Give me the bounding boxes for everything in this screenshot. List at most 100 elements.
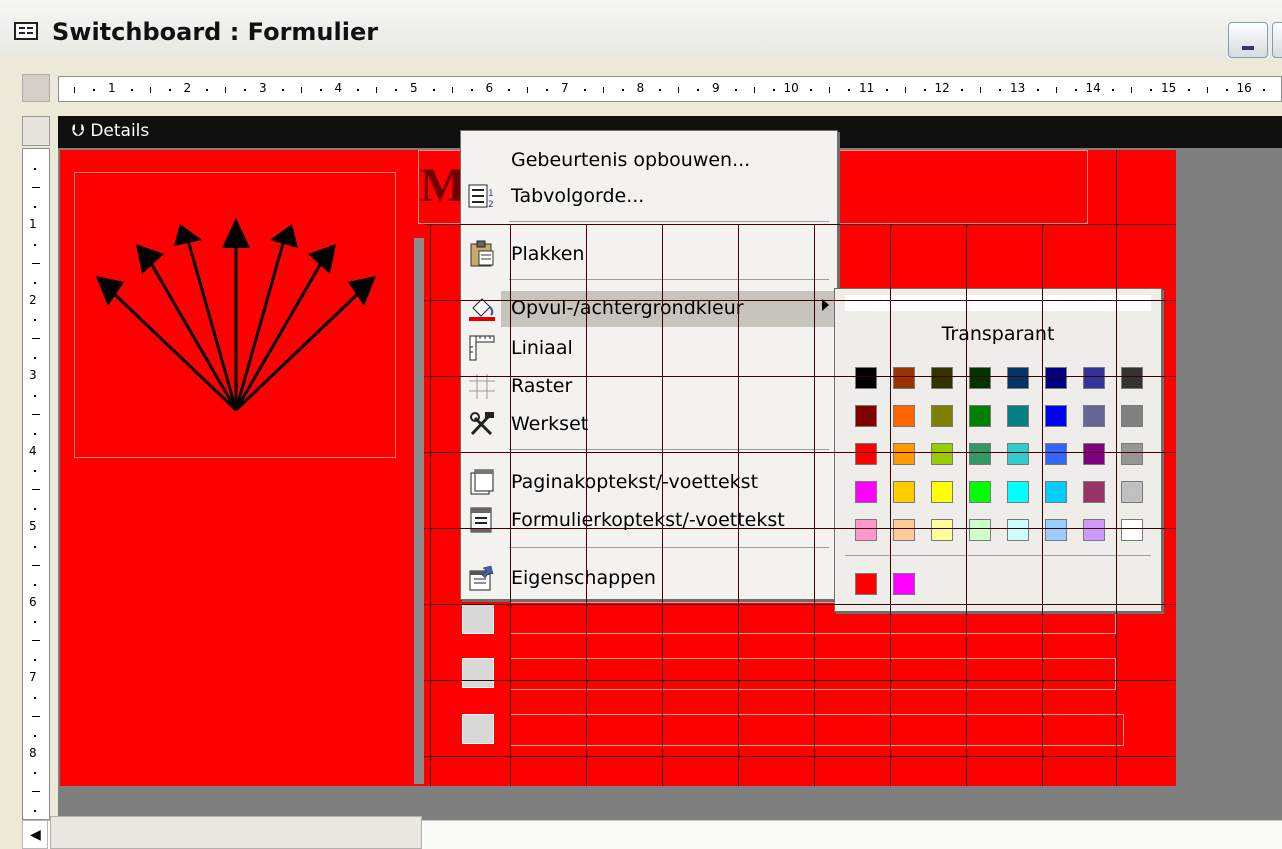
switchboard-option-label[interactable] <box>510 714 1124 746</box>
color-swatch[interactable] <box>1007 481 1029 503</box>
grid-line <box>1116 150 1117 786</box>
menu-item-paste[interactable]: Plakken <box>461 237 837 271</box>
scroll-left-icon: ◀ <box>30 827 41 843</box>
color-swatch[interactable] <box>969 443 991 465</box>
menu-item-page-header[interactable]: Paginakoptekst/-voettekst <box>461 465 837 499</box>
color-swatch[interactable] <box>855 519 877 541</box>
color-swatch[interactable] <box>931 519 953 541</box>
color-swatch[interactable] <box>1121 481 1143 503</box>
color-swatch[interactable] <box>1121 405 1143 427</box>
ruler-tick <box>34 281 36 284</box>
page-header-icon <box>470 469 494 495</box>
ruler-number: 6 <box>485 81 494 95</box>
form-header-icon <box>470 507 492 533</box>
recent-color-swatch[interactable] <box>855 573 877 595</box>
color-picker-menu: Transparant <box>834 288 1162 612</box>
color-swatch[interactable] <box>893 481 915 503</box>
ruler-number: 1 <box>29 217 37 231</box>
color-swatch[interactable] <box>1045 405 1067 427</box>
color-swatch[interactable] <box>1007 405 1029 427</box>
color-swatch[interactable] <box>1045 443 1067 465</box>
ruler-number: 9 <box>712 81 720 95</box>
color-swatch[interactable] <box>1083 443 1105 465</box>
ruler-number: 4 <box>29 443 37 458</box>
color-swatch[interactable] <box>1083 519 1105 541</box>
color-swatch[interactable] <box>969 481 991 503</box>
menu-item-toolbox[interactable]: Werkset <box>461 407 837 441</box>
color-swatch[interactable] <box>931 481 953 503</box>
color-swatch[interactable] <box>893 519 915 541</box>
ruler-number: 11 <box>859 81 875 95</box>
minimize-button[interactable] <box>1228 22 1268 58</box>
ruler-tick <box>34 696 36 699</box>
color-swatch[interactable] <box>855 443 877 465</box>
scrollbar-thumb[interactable] <box>50 816 422 849</box>
color-swatch[interactable] <box>1121 519 1143 541</box>
color-swatch[interactable] <box>1045 519 1067 541</box>
menu-item-ruler[interactable]: Liniaal <box>461 331 837 365</box>
transparent-option[interactable]: Transparant <box>835 323 1161 345</box>
ruler-tick <box>772 89 775 91</box>
color-swatch[interactable] <box>969 367 991 389</box>
color-swatch[interactable] <box>931 367 953 389</box>
menu-item-grid[interactable]: Raster <box>461 369 837 403</box>
window-title: Switchboard : Formulier <box>52 18 379 46</box>
ruler-tick <box>32 262 40 264</box>
menu-item-build-event[interactable]: Gebeurtenis opbouwen... <box>461 143 837 177</box>
ruler-tick <box>923 89 926 91</box>
ruler-number: 1 <box>108 81 116 95</box>
color-swatch[interactable] <box>1045 481 1067 503</box>
section-selector[interactable] <box>22 116 50 146</box>
ruler-number: 8 <box>29 745 37 760</box>
ruler-tick <box>659 89 662 91</box>
color-swatch[interactable] <box>855 367 877 389</box>
color-swatch[interactable] <box>1083 481 1105 503</box>
color-swatch[interactable] <box>893 405 915 427</box>
vertical-ruler[interactable]: 1 2 3 4 5 6 7 8 <box>22 148 50 820</box>
color-swatch[interactable] <box>1121 367 1143 389</box>
maximize-button[interactable] <box>1272 22 1282 58</box>
switchboard-option-button[interactable] <box>462 658 494 688</box>
color-swatch[interactable] <box>1007 443 1029 465</box>
color-swatch[interactable] <box>1083 405 1105 427</box>
horizontal-ruler[interactable]: 1 2 3 4 5 6 7 8 9 10 11 12 13 14 15 16 <box>58 76 1282 102</box>
ruler-tick <box>32 338 40 340</box>
ruler-number: 10 <box>783 81 799 95</box>
switchboard-option-button[interactable] <box>462 604 494 634</box>
ruler-number: 2 <box>183 81 192 95</box>
ruler-tick <box>34 357 36 360</box>
color-swatch[interactable] <box>893 443 915 465</box>
ruler-tick <box>319 89 322 91</box>
ruler-number: 7 <box>561 81 569 95</box>
switchboard-option-label[interactable] <box>510 658 1116 690</box>
grid-line <box>662 224 663 786</box>
ruler-tick <box>34 319 36 322</box>
color-swatch[interactable] <box>1045 367 1067 389</box>
color-swatch[interactable] <box>969 405 991 427</box>
color-swatch[interactable] <box>931 443 953 465</box>
recent-color-swatch[interactable] <box>893 573 915 595</box>
menu-item-properties[interactable]: Eigenschappen <box>461 561 837 595</box>
ruler-corner[interactable] <box>22 74 50 102</box>
color-swatch[interactable] <box>855 481 877 503</box>
color-swatch[interactable] <box>931 405 953 427</box>
menu-separator <box>509 279 829 280</box>
menu-item-form-header[interactable]: Formulierkoptekst/-voettekst <box>461 503 837 537</box>
color-swatch[interactable] <box>1007 367 1029 389</box>
switchboard-option-button[interactable] <box>462 714 494 744</box>
menu-item-label: Raster <box>511 375 573 397</box>
color-swatch[interactable] <box>1007 519 1029 541</box>
ruler-tick <box>168 89 171 91</box>
grid-line <box>1042 224 1043 786</box>
scroll-left-button[interactable]: ◀ <box>22 820 48 849</box>
color-swatch[interactable] <box>893 367 915 389</box>
ruler-number: 7 <box>29 670 37 684</box>
menu-item-fill-color[interactable]: Opvul-/achtergrondkleur <box>461 291 837 327</box>
color-swatch[interactable] <box>855 405 877 427</box>
color-swatch[interactable] <box>1121 443 1143 465</box>
ruler-tick <box>34 659 36 662</box>
color-swatch[interactable] <box>969 519 991 541</box>
color-swatch[interactable] <box>1083 367 1105 389</box>
menu-item-tab-order[interactable]: 1 2 Tabvolgorde... <box>461 179 837 213</box>
ruler-tick <box>583 89 586 91</box>
